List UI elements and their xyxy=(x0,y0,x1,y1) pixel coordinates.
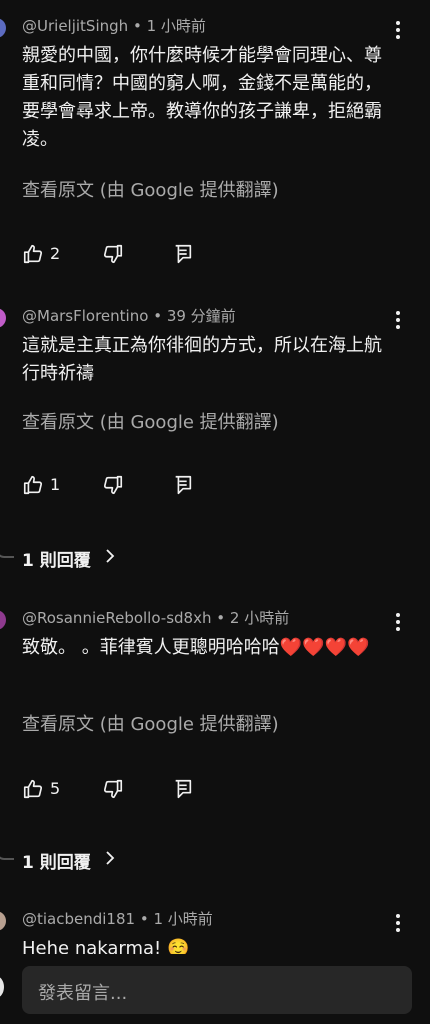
comment-meta: @MarsFlorentino • 39 分鐘前 xyxy=(22,306,236,326)
view-replies-button[interactable]: 1 則回覆 xyxy=(0,844,200,874)
dislike-icon[interactable] xyxy=(102,778,124,800)
chevron-right-icon xyxy=(106,549,115,563)
comment-time: 39 分鐘前 xyxy=(166,307,236,325)
add-comment-bar: 發表留言... xyxy=(0,954,430,1024)
like-count: 2 xyxy=(50,244,61,263)
reply-icon[interactable] xyxy=(172,474,194,496)
comment-meta: @tiacbendi181 • 1 小時前 xyxy=(22,909,213,929)
like-icon[interactable] xyxy=(22,474,44,496)
see-original-link[interactable]: 查看原文 (由 Google 提供翻譯) xyxy=(22,176,279,202)
thread-line xyxy=(0,542,14,558)
meta-separator: • xyxy=(132,17,142,35)
more-vert-icon[interactable] xyxy=(388,610,408,634)
comment-author[interactable]: @tiacbendi181 xyxy=(22,910,135,928)
comment-author[interactable]: @MarsFlorentino xyxy=(22,307,148,325)
comment-time: 1 小時前 xyxy=(153,910,213,928)
thread-line xyxy=(0,844,14,860)
comment-author[interactable]: @RosannieRebollo-sd8xh xyxy=(22,609,212,627)
see-original-link[interactable]: 查看原文 (由 Google 提供翻譯) xyxy=(22,408,279,434)
meta-separator: • xyxy=(139,910,149,928)
meta-separator: • xyxy=(216,609,226,627)
more-vert-icon[interactable] xyxy=(388,911,408,935)
reply-icon[interactable] xyxy=(172,243,194,265)
comment-meta: @UrieljitSingh • 1 小時前 xyxy=(22,16,206,36)
like-count: 1 xyxy=(50,475,61,494)
more-vert-icon[interactable] xyxy=(388,18,408,42)
avatar[interactable] xyxy=(0,610,6,630)
comment-actions: 1 xyxy=(22,474,222,500)
comment-meta: @RosannieRebollo-sd8xh • 2 小時前 xyxy=(22,608,289,628)
comment-text: 致敬。 。菲律賓人更聰明哈哈哈❤️❤️❤️❤️ xyxy=(22,634,382,662)
avatar[interactable] xyxy=(0,911,6,931)
more-vert-icon[interactable] xyxy=(388,308,408,332)
dislike-icon[interactable] xyxy=(102,243,124,265)
like-icon[interactable] xyxy=(22,243,44,265)
comment-actions: 5 xyxy=(22,778,222,804)
like-count: 5 xyxy=(50,779,61,798)
comment-input[interactable]: 發表留言... xyxy=(22,966,412,1014)
comment-text-main: 致敬。 。菲律賓人更聰明哈哈哈 xyxy=(22,637,280,658)
replies-label: 1 則回覆 xyxy=(22,551,91,571)
comment-author[interactable]: @UrieljitSingh xyxy=(22,17,128,35)
comment-time: 2 小時前 xyxy=(229,609,290,627)
comment-time: 1 小時前 xyxy=(146,17,206,35)
reply-icon[interactable] xyxy=(172,778,194,800)
avatar xyxy=(0,976,4,998)
chevron-right-icon xyxy=(106,851,115,865)
comment-actions: 2 xyxy=(22,243,222,269)
heart-emoji: ❤️❤️❤️❤️ xyxy=(279,637,370,658)
view-replies-button[interactable]: 1 則回覆 xyxy=(0,542,200,572)
dislike-icon[interactable] xyxy=(102,474,124,496)
replies-label: 1 則回覆 xyxy=(22,853,91,873)
see-original-link[interactable]: 查看原文 (由 Google 提供翻譯) xyxy=(22,710,279,736)
meta-separator: • xyxy=(153,307,163,325)
comment-input-placeholder: 發表留言... xyxy=(38,983,128,1004)
avatar[interactable] xyxy=(0,308,6,328)
comment-text: 這就是主真正為你徘徊的方式，所以在海上航行時祈禱 xyxy=(22,335,382,384)
like-icon[interactable] xyxy=(22,778,44,800)
avatar[interactable] xyxy=(0,18,6,38)
comment-text: 親愛的中國，你什麼時候才能學會同理心、尊重和同情？中國的窮人啊，金錢不是萬能的，… xyxy=(22,45,382,150)
